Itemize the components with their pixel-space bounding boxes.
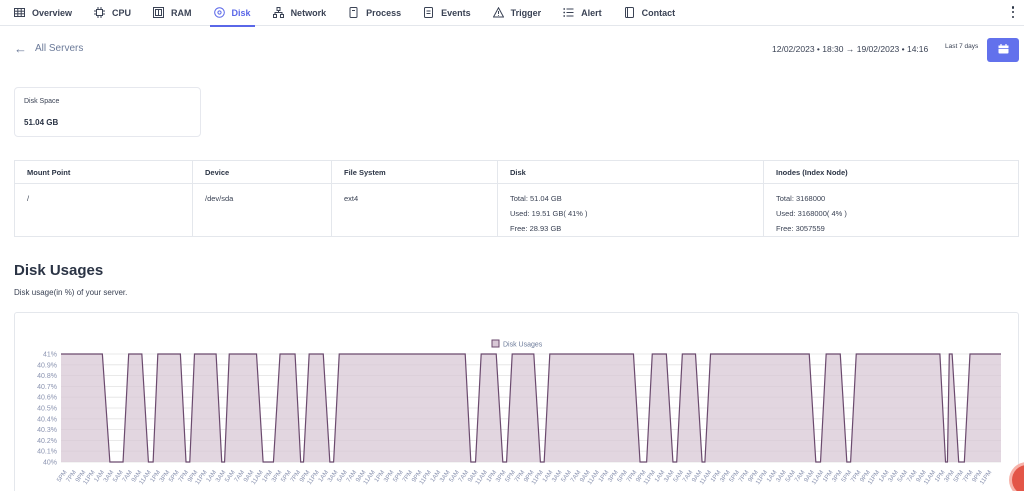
col-inodes: Inodes (Index Node) xyxy=(763,160,1019,184)
tab-label: Overview xyxy=(32,7,73,18)
col-disk: Disk xyxy=(497,160,764,184)
inodes-total: Total: 3168000 xyxy=(776,194,826,203)
back-link[interactable]: ← All Servers xyxy=(14,41,83,56)
disk-space-card: Disk Space 51.04 GB xyxy=(14,87,201,137)
back-label: All Servers xyxy=(35,43,84,54)
tab-label: Events xyxy=(441,7,471,18)
table-row: / /dev/sda ext4 Total: 51.04 GB Used: 19… xyxy=(14,183,1019,237)
table-header-row: Mount Point Device File System Disk Inod… xyxy=(14,160,1019,184)
y-tick-label: 40.1% xyxy=(37,449,57,456)
series-area xyxy=(61,354,1001,462)
tab-label: Network xyxy=(290,7,327,18)
y-tick-label: 40.8% xyxy=(37,373,57,380)
y-tick-label: 40.6% xyxy=(37,395,57,402)
tab-process[interactable]: Process xyxy=(334,0,409,26)
ram-icon xyxy=(153,7,165,18)
legend-swatch xyxy=(491,339,500,348)
y-tick-label: 40.7% xyxy=(37,384,57,391)
alert-list-icon xyxy=(563,7,574,18)
events-icon xyxy=(423,7,434,18)
tab-events[interactable]: Events xyxy=(409,0,479,26)
y-tick-label: 40.9% xyxy=(37,362,57,369)
tab-alert[interactable]: Alert xyxy=(549,0,610,26)
mount-table: Mount Point Device File System Disk Inod… xyxy=(14,160,1019,237)
disk-used: Used: 19.51 GB( 41% ) xyxy=(510,209,588,218)
more-menu-icon[interactable] xyxy=(1010,4,1016,20)
process-icon xyxy=(348,7,359,18)
table-icon xyxy=(14,7,25,18)
legend-label: Disk Usages xyxy=(503,342,543,349)
tab-label: Process xyxy=(366,7,402,18)
tab-label: Disk xyxy=(231,7,251,18)
disk-space-value: 51.04 GB xyxy=(24,118,59,127)
disk-usage-chart-panel: 41% 40.9% 40.8% 40.7% 40.6% 40.5% 40.4% 40.3% 40… xyxy=(14,312,1019,491)
calendar-icon xyxy=(998,41,1009,59)
y-tick-label: 40.3% xyxy=(37,427,57,434)
disk-space-label: Disk Space xyxy=(24,98,60,105)
tab-label: RAM xyxy=(171,7,192,18)
y-tick-label: 41% xyxy=(43,352,57,359)
tab-trigger[interactable]: Trigger xyxy=(479,0,550,26)
date-preset[interactable]: Last 7 days xyxy=(945,43,978,50)
cell-mount-point: / xyxy=(14,183,193,237)
tab-overview[interactable]: Overview xyxy=(0,0,80,26)
tab-label: Contact xyxy=(641,7,676,18)
contact-icon xyxy=(624,7,635,18)
y-tick-label: 40.2% xyxy=(37,438,57,445)
section-title: Disk Usages xyxy=(14,262,104,279)
tab-cpu[interactable]: CPU xyxy=(80,0,139,26)
disk-free: Free: 28.93 GB xyxy=(510,224,562,233)
section-subtitle: Disk usage(in %) of your server. xyxy=(14,288,128,297)
y-tick-label: 40.5% xyxy=(37,406,57,413)
cell-device: /dev/sda xyxy=(192,183,332,237)
col-mount-point: Mount Point xyxy=(14,160,193,184)
cpu-icon xyxy=(94,7,106,18)
top-nav: Overview CPU RAM Disk Network Process Ev… xyxy=(0,0,1024,27)
y-tick-label: 40.4% xyxy=(37,416,57,423)
tab-disk[interactable]: Disk xyxy=(200,0,259,27)
tab-ram[interactable]: RAM xyxy=(139,0,200,26)
tab-label: Trigger xyxy=(510,7,542,18)
cell-inodes: Total: 3168000 Used: 3168000( 4% ) Free:… xyxy=(763,183,1019,237)
disk-icon xyxy=(213,7,225,18)
disk-total: Total: 51.04 GB xyxy=(510,194,562,203)
inodes-free: Free: 3057559 xyxy=(776,224,825,233)
calendar-button[interactable] xyxy=(987,38,1019,62)
inodes-used: Used: 3168000( 4% ) xyxy=(776,209,847,218)
tab-network[interactable]: Network xyxy=(259,0,335,26)
col-file-system: File System xyxy=(331,160,498,184)
disk-usage-chart: 41% 40.9% 40.8% 40.7% 40.6% 40.5% 40.4% 40.3% 40… xyxy=(37,339,1001,486)
cell-disk: Total: 51.04 GB Used: 19.51 GB( 41% ) Fr… xyxy=(497,183,764,237)
arrow-left-icon: ← xyxy=(14,41,27,56)
tab-label: CPU xyxy=(112,7,132,18)
cell-file-system: ext4 xyxy=(331,183,498,237)
y-tick-label: 40% xyxy=(43,460,57,467)
tab-label: Alert xyxy=(581,7,602,18)
col-device: Device xyxy=(192,160,332,184)
network-icon xyxy=(272,7,284,18)
date-range: 12/02/2023 • 18:30 → 19/02/2023 • 14:16 xyxy=(772,44,929,54)
tab-contact[interactable]: Contact xyxy=(610,0,684,26)
trigger-icon xyxy=(492,6,504,18)
